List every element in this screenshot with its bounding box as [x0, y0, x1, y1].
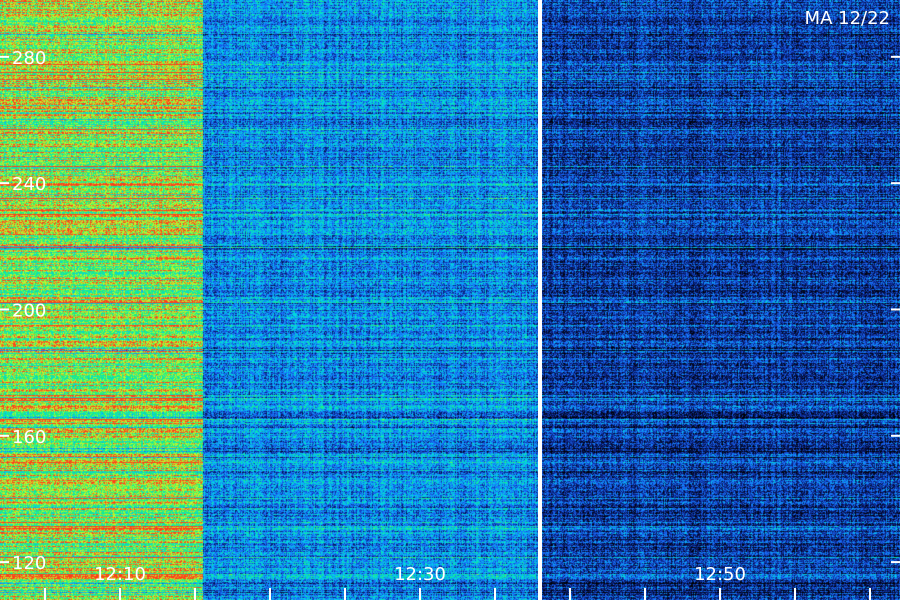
y-tick-label: 200	[12, 300, 46, 321]
y-tick-label: 240	[12, 174, 46, 195]
spectrogram-overlay: 120 160 200 240 280 12:10 12:30 12:50 MA 12/22	[0, 0, 900, 600]
data-gap-line	[538, 0, 542, 600]
data-gap-layer	[538, 0, 542, 600]
x-tick-label: 12:30	[394, 564, 446, 585]
chart-title: MA 12/22	[805, 8, 890, 29]
y-tick-label: 280	[12, 48, 46, 69]
x-ticks: 12:10 12:30 12:50	[44, 564, 871, 600]
x-tick-label: 12:10	[94, 564, 146, 585]
y-tick-label: 160	[12, 427, 46, 448]
y-tick-label: 120	[12, 553, 46, 574]
x-tick-label: 12:50	[694, 564, 746, 585]
y-ticks: 120 160 200 240 280	[0, 48, 900, 574]
spectrogram-figure: 120 160 200 240 280 12:10 12:30 12:50 MA 12/22	[0, 0, 900, 600]
